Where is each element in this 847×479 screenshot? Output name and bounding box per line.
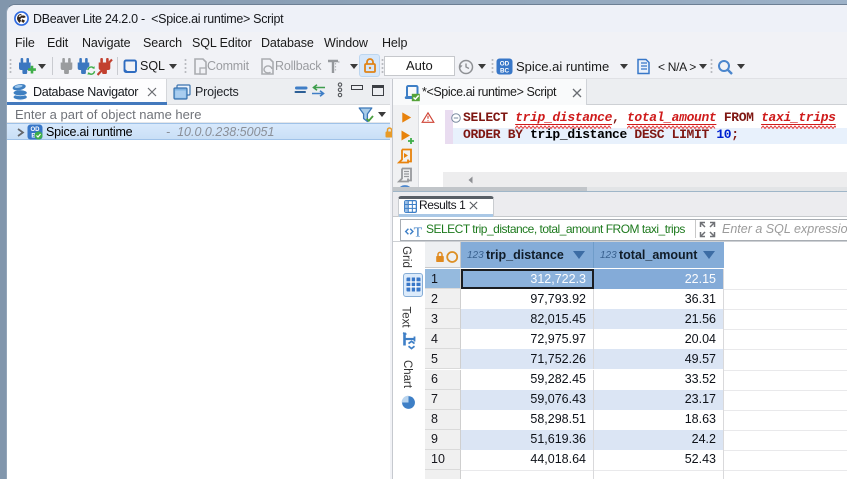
svg-text:T: T bbox=[414, 226, 423, 240]
svg-text:OD: OD bbox=[500, 61, 510, 68]
svg-text:BC: BC bbox=[500, 68, 510, 75]
